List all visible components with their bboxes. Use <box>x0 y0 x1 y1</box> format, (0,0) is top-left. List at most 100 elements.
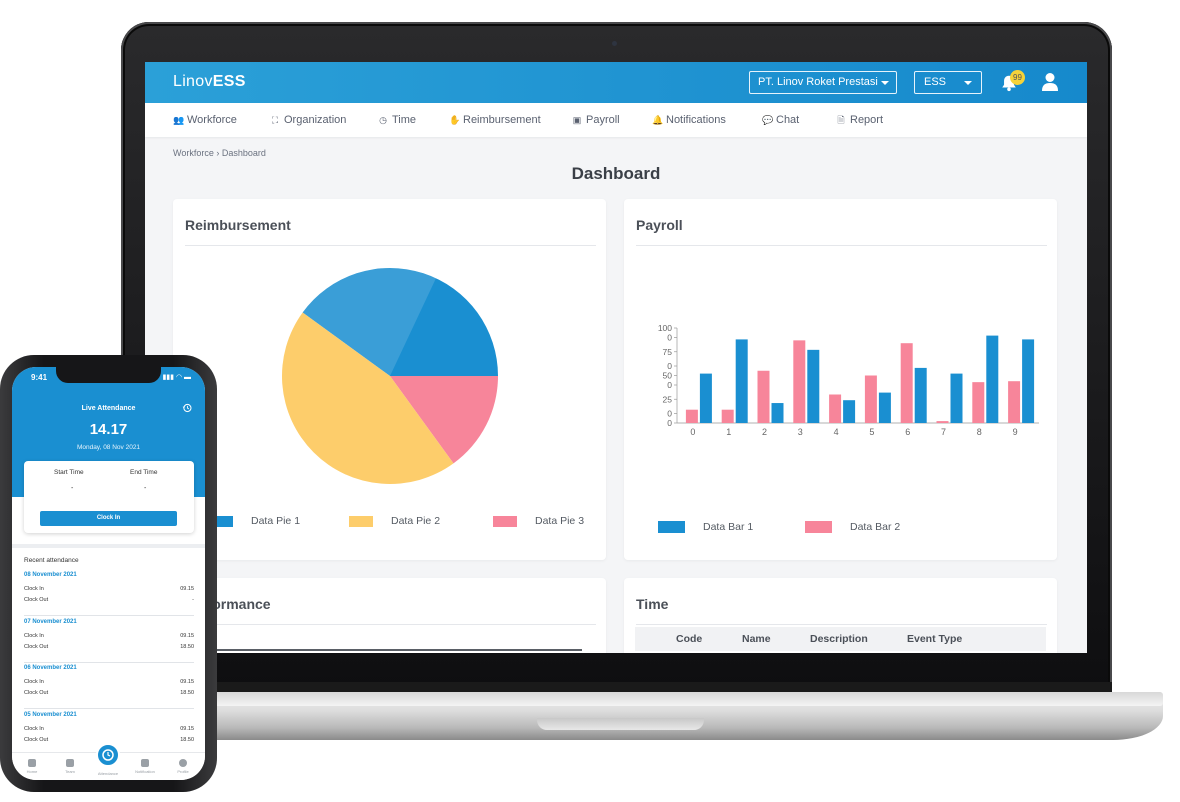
x-tick-label: 2 <box>762 427 767 437</box>
attendance-day[interactable]: 07 November 2021 Clock In 09.15 Clock Out… <box>24 619 194 663</box>
bar-data-bar-2[interactable] <box>793 340 806 423</box>
nav-label: Chat <box>776 114 800 126</box>
bar-data-bar-2[interactable] <box>972 382 985 423</box>
bar-data-bar-2[interactable] <box>900 343 913 423</box>
bar-data-bar-2[interactable] <box>936 421 949 423</box>
tab-profile[interactable]: Profile <box>168 759 198 774</box>
logo-bold: ESS <box>212 73 246 90</box>
nav-label: Notifications <box>666 114 726 126</box>
phone-notch <box>56 367 161 383</box>
bell-icon <box>141 759 149 767</box>
day-date: 07 November 2021 <box>24 619 77 625</box>
tab-attendance[interactable]: Attendance <box>93 771 123 776</box>
laptop-camera <box>612 41 617 46</box>
start-time-value: - <box>71 485 74 492</box>
tab-team[interactable]: Team <box>55 759 85 774</box>
nav-item-reimbursement[interactable]: ✋ Reimbursement <box>449 114 541 126</box>
breadcrumb-current: Dashboard <box>221 148 266 158</box>
divider <box>636 245 1047 246</box>
chevron-right-icon: › <box>216 148 220 158</box>
legend-swatch <box>349 515 373 527</box>
role-select-value: ESS <box>924 76 947 88</box>
bar-data-bar-1[interactable] <box>878 392 891 423</box>
card-title: Payroll <box>636 217 683 233</box>
nav-item-organization[interactable]: ⛶ Organization <box>270 114 347 126</box>
legend-label: Data Pie 1 <box>251 515 301 527</box>
file-icon: 🗎 <box>837 115 845 125</box>
time-table-header: Code Name Description Event Type <box>635 627 1046 651</box>
bar-data-bar-1[interactable] <box>950 373 963 423</box>
notification-badge: 99 <box>1010 70 1025 85</box>
bar-data-bar-2[interactable] <box>721 409 734 423</box>
nav-label: Time <box>392 114 417 126</box>
comments-icon: 💬 <box>762 115 774 125</box>
main-nav: 👥 Workforce ⛶ Organization ◷ Time ✋ Reim… <box>145 103 1087 137</box>
nav-item-workforce[interactable]: 👥 Workforce <box>173 114 237 126</box>
bar-data-bar-1[interactable] <box>699 373 712 423</box>
team-icon <box>66 759 74 767</box>
x-tick-label: 4 <box>834 427 839 437</box>
chevron-down-icon <box>881 81 889 85</box>
legend-item-bar-1[interactable]: Data Bar 1 <box>658 521 753 533</box>
sitemap-icon: ⛶ <box>271 115 279 125</box>
attendance-day[interactable]: 08 November 2021 Clock In 09.15 Clock Out… <box>24 572 194 616</box>
clock-in-row: Clock In 09.15 <box>24 679 194 685</box>
laptop-screen: LinovESS PT. Linov Roket Prestasi ESS 99… <box>145 62 1087 653</box>
attendance-fab[interactable] <box>96 743 120 767</box>
legend-item-pie-2[interactable]: Data Pie 2 <box>349 515 440 527</box>
attendance-day[interactable]: 06 November 2021 Clock In 09.15 Clock Out… <box>24 665 194 709</box>
bar-data-bar-2[interactable] <box>1008 381 1021 423</box>
user-icon[interactable] <box>1041 72 1059 92</box>
company-select[interactable]: PT. Linov Roket Prestasi <box>749 71 897 94</box>
live-attendance-title: Live Attendance <box>81 405 136 412</box>
bar-data-bar-1[interactable] <box>843 400 856 423</box>
app-logo[interactable]: LinovESS <box>173 73 246 91</box>
recent-attendance-title: Recent attendance <box>24 557 79 564</box>
bar-data-bar-2[interactable] <box>685 409 698 423</box>
nav-item-chat[interactable]: 💬 Chat <box>762 114 799 126</box>
legend-swatch <box>658 521 685 533</box>
bar-data-bar-2[interactable] <box>829 394 842 424</box>
nav-label: Workforce <box>187 114 237 126</box>
money-bill-icon: ▣ <box>572 115 582 125</box>
status-bar-time: 9:41 <box>31 373 48 382</box>
payroll-card: Payroll 0 0 25 0 50 0 75 0 100 0 1 2 3 4 5 6 7 8 9 Data Ba… <box>624 199 1057 560</box>
tab-notification[interactable]: Notification <box>130 759 160 774</box>
nav-item-payroll[interactable]: ▣ Payroll <box>572 114 620 126</box>
legend-label: Data Pie 2 <box>391 515 441 527</box>
current-date: Monday, 08 Nov 2021 <box>76 444 141 451</box>
nav-item-time[interactable]: ◷ Time <box>378 114 416 126</box>
bar-data-bar-1[interactable] <box>914 367 927 423</box>
bar-data-bar-1[interactable] <box>771 403 784 423</box>
phone-screen: 9:41 ▮▮▮ ◠ ▬ Live Attendance 14.17 Monda… <box>12 367 205 780</box>
bar-data-bar-1[interactable] <box>807 349 820 423</box>
bar-data-bar-1[interactable] <box>735 339 748 423</box>
clock-in-row: Clock In 09.15 <box>24 586 194 592</box>
nav-item-notifications[interactable]: 🔔 Notifications <box>652 114 726 126</box>
legend-item-pie-3[interactable]: Data Pie 3 <box>493 515 584 527</box>
bar-data-bar-2[interactable] <box>757 370 770 423</box>
tab-home[interactable]: Home <box>17 759 47 774</box>
role-select[interactable]: ESS <box>914 71 982 94</box>
bar-data-bar-1[interactable] <box>986 335 999 423</box>
column-header-name[interactable]: Name <box>742 633 771 645</box>
company-select-value: PT. Linov Roket Prestasi <box>758 76 878 88</box>
legend-item-pie-1[interactable]: Data Pie 1 <box>209 515 300 527</box>
bottom-tab-bar: Home Team Attendance Notification Profil… <box>12 743 205 780</box>
clock-in-button[interactable]: Clock In <box>40 511 177 526</box>
nav-label: Reimbursement <box>463 114 541 126</box>
nav-item-report[interactable]: 🗎 Report <box>836 114 883 126</box>
column-header-event-type[interactable]: Event Type <box>907 633 962 645</box>
breadcrumb-parent[interactable]: Workforce <box>173 148 214 158</box>
y-tick-label: 0 <box>667 361 672 371</box>
column-header-description[interactable]: Description <box>810 633 868 645</box>
breadcrumb: Workforce › Dashboard <box>173 148 266 158</box>
bar-data-bar-2[interactable] <box>864 375 877 424</box>
history-icon[interactable] <box>182 403 192 413</box>
divider <box>636 624 1047 625</box>
bar-data-bar-1[interactable] <box>1022 339 1035 423</box>
legend-item-bar-2[interactable]: Data Bar 2 <box>805 521 900 533</box>
page-title: Dashboard <box>571 164 661 183</box>
card-title: Time <box>636 596 669 612</box>
column-header-code[interactable]: Code <box>676 633 702 645</box>
